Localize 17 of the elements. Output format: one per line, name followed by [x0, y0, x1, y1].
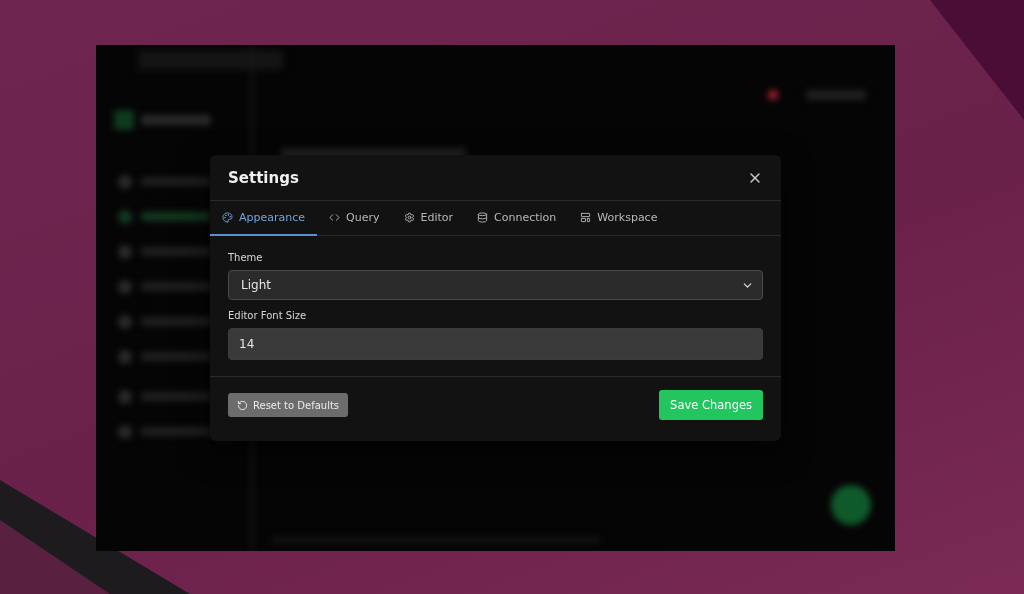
font-size-input[interactable]: 14: [228, 328, 763, 360]
database-icon: [477, 212, 489, 223]
code-icon: [329, 212, 341, 223]
reset-button[interactable]: Reset to Defaults: [228, 393, 349, 417]
settings-tab[interactable]: Query: [317, 201, 392, 236]
settings-icon: [403, 212, 415, 223]
reset-icon: [237, 399, 248, 411]
settings-tab[interactable]: Connection: [465, 201, 569, 236]
settings-tab[interactable]: Editor: [391, 201, 466, 236]
settings-tab[interactable]: Appearance: [210, 201, 318, 236]
field-label: Theme: [228, 252, 264, 263]
palette-icon: [222, 212, 233, 223]
layout-icon: [580, 212, 592, 223]
dialog-title: Settings: [228, 168, 299, 187]
field-label: Editor Font Size: [228, 310, 308, 321]
settings-tab[interactable]: Workspace: [568, 201, 670, 236]
theme-select[interactable]: Light: [228, 270, 763, 300]
